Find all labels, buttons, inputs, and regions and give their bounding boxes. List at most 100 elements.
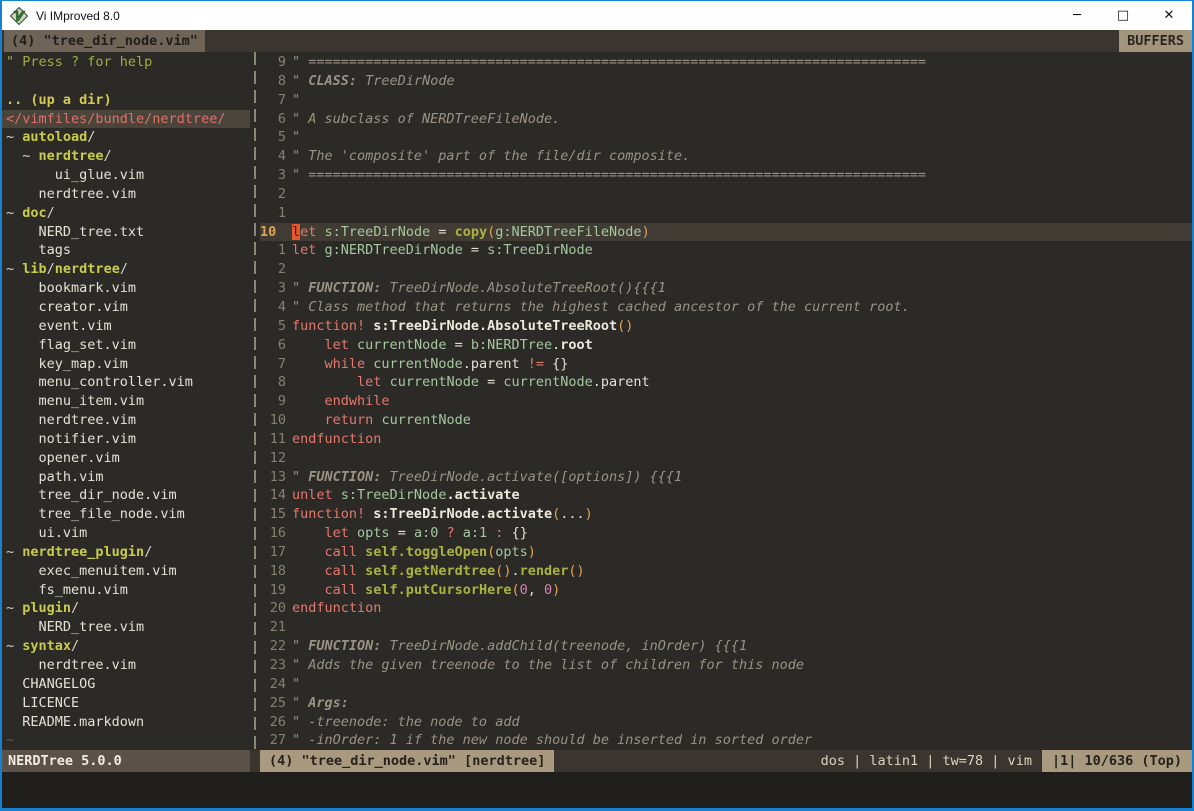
code-line[interactable]: 8 let currentNode = currentNode.parent: [260, 373, 1192, 392]
tree-item[interactable]: ui.vim: [2, 524, 250, 543]
tree-item[interactable]: key_map.vim: [2, 355, 250, 374]
text-segment: currentNode: [357, 337, 446, 353]
text-segment: [455, 525, 463, 541]
line-number: 5: [260, 317, 286, 336]
tree-item[interactable]: creator.vim: [2, 298, 250, 317]
code-line[interactable]: 2: [260, 260, 1192, 279]
tree-item[interactable]: ui_glue.vim: [2, 166, 250, 185]
code-line[interactable]: 4" Class method that returns the highest…: [260, 298, 1192, 317]
tree-item[interactable]: ~ lib/nerdtree/: [2, 260, 250, 279]
code-text: " -treenode: the node to add: [292, 713, 1192, 732]
code-line[interactable]: 12: [260, 449, 1192, 468]
tree-item[interactable]: menu_controller.vim: [2, 373, 250, 392]
code-line[interactable]: 13" FUNCTION: TreeDirNode.activate([opti…: [260, 468, 1192, 487]
text-segment: </vimfiles/bundle/nerdtree/: [6, 111, 225, 127]
code-line[interactable]: 5": [260, 128, 1192, 147]
code-line[interactable]: 11endfunction: [260, 430, 1192, 449]
code-line-current[interactable]: 10let s:TreeDirNode = copy(g:NERDTreeFil…: [260, 223, 1192, 242]
tree-item[interactable]: event.vim: [2, 317, 250, 336]
code-line[interactable]: 9" =====================================…: [260, 53, 1192, 72]
code-line[interactable]: 27" -inOrder: 1 if the new node should b…: [260, 731, 1192, 750]
tree-item[interactable]: tags: [2, 241, 250, 260]
tree-item[interactable]: tree_dir_node.vim: [2, 486, 250, 505]
code-line[interactable]: 6" A subclass of NERDTreeFileNode.: [260, 110, 1192, 129]
tree-item[interactable]: README.markdown: [2, 713, 250, 732]
tab-tree-dir-node[interactable]: (4) "tree_dir_node.vim": [4, 30, 205, 52]
tree-item[interactable]: ~ plugin/: [2, 599, 250, 618]
text-segment: nerdtree.vim: [6, 186, 136, 202]
text-segment: " ======================================…: [292, 167, 926, 183]
code-line[interactable]: 7": [260, 91, 1192, 110]
code-text: return currentNode: [292, 411, 1192, 430]
tree-item[interactable]: ~ nerdtree_plugin/: [2, 543, 250, 562]
text-segment: [349, 525, 357, 541]
code-line[interactable]: 8" CLASS: TreeDirNode: [260, 72, 1192, 91]
tree-item[interactable]: nerdtree.vim: [2, 656, 250, 675]
window-split-separator[interactable]: [250, 52, 260, 750]
tree-item[interactable]: tree_file_node.vim: [2, 505, 250, 524]
tree-item[interactable]: LICENCE: [2, 694, 250, 713]
text-segment: [292, 544, 325, 560]
tree-item[interactable]: ~ syntax/: [2, 637, 250, 656]
tree-item[interactable]: opener.vim: [2, 449, 250, 468]
tree-item[interactable]: NERD_tree.vim: [2, 618, 250, 637]
code-line[interactable]: 17 call self.toggleOpen(opts): [260, 543, 1192, 562]
code-line[interactable]: 15function! s:TreeDirNode.activate(...): [260, 505, 1192, 524]
text-segment: opts: [495, 544, 528, 560]
code-line[interactable]: 25" Args:: [260, 694, 1192, 713]
tree-item[interactable]: nerdtree.vim: [2, 411, 250, 430]
tree-item[interactable]: CHANGELOG: [2, 675, 250, 694]
text-segment: " ======================================…: [292, 54, 926, 70]
code-line[interactable]: 1: [260, 204, 1192, 223]
statusline-position-segment: |1| 10/636 (Top): [1042, 750, 1192, 772]
code-line[interactable]: 14unlet s:TreeDirNode.activate: [260, 486, 1192, 505]
code-line[interactable]: 19 call self.putCursorHere(0, 0): [260, 581, 1192, 600]
text-segment: s:TreeDirNode.activate: [373, 506, 552, 522]
tree-item[interactable]: nerdtree.vim: [2, 185, 250, 204]
code-line[interactable]: 20endfunction: [260, 599, 1192, 618]
tree-item[interactable]: exec_menuitem.vim: [2, 562, 250, 581]
text-segment: Args:: [308, 695, 349, 711]
tree-item[interactable]: path.vim: [2, 468, 250, 487]
code-line[interactable]: 7 while currentNode.parent != {}: [260, 355, 1192, 374]
tree-item[interactable]: " Press ? for help: [2, 53, 250, 72]
tree-item[interactable]: NERD_tree.txt: [2, 223, 250, 242]
code-line[interactable]: 6 let currentNode = b:NERDTree.root: [260, 336, 1192, 355]
tree-item[interactable]: fs_menu.vim: [2, 581, 250, 600]
tree-item[interactable]: ~ nerdtree/: [2, 147, 250, 166]
close-button[interactable]: ✕: [1146, 1, 1192, 30]
code-line[interactable]: 3" =====================================…: [260, 166, 1192, 185]
code-line[interactable]: 1let g:NERDTreeDirNode = s:TreeDirNode: [260, 241, 1192, 260]
code-line[interactable]: 26" -treenode: the node to add: [260, 713, 1192, 732]
command-line[interactable]: [2, 772, 1192, 808]
code-line[interactable]: 4" The 'composite' part of the file/dir …: [260, 147, 1192, 166]
code-line[interactable]: 5function! s:TreeDirNode.AbsoluteTreeRoo…: [260, 317, 1192, 336]
code-line[interactable]: 18 call self.getNerdtree().render(): [260, 562, 1192, 581]
text-segment: ~: [6, 148, 39, 164]
code-line[interactable]: 16 let opts = a:0 ? a:1 : {}: [260, 524, 1192, 543]
text-segment: LICENCE: [6, 695, 79, 711]
tree-item[interactable]: flag_set.vim: [2, 336, 250, 355]
text-segment: /: [71, 638, 79, 654]
tree-item[interactable]: ~: [2, 731, 250, 750]
tree-item[interactable]: bookmark.vim: [2, 279, 250, 298]
tree-item[interactable]: notifier.vim: [2, 430, 250, 449]
code-line[interactable]: 22" FUNCTION: TreeDirNode.addChild(treen…: [260, 637, 1192, 656]
code-line[interactable]: 21: [260, 618, 1192, 637]
tree-item[interactable]: ~ autoload/: [2, 128, 250, 147]
code-line[interactable]: 10 return currentNode: [260, 411, 1192, 430]
minimize-button[interactable]: ─: [1054, 1, 1100, 30]
buffers-tab[interactable]: BUFFERS: [1119, 30, 1192, 52]
line-number: 4: [260, 298, 286, 317]
code-line[interactable]: 2: [260, 185, 1192, 204]
code-line[interactable]: 3" FUNCTION: TreeDirNode.AbsoluteTreeRoo…: [260, 279, 1192, 298]
tree-item[interactable]: .. (up a dir): [2, 91, 250, 110]
tree-item[interactable]: ~ doc/: [2, 204, 250, 223]
code-line[interactable]: 23" Adds the given treenode to the list …: [260, 656, 1192, 675]
tree-root-item[interactable]: </vimfiles/bundle/nerdtree/: [2, 110, 250, 129]
code-line[interactable]: 24": [260, 675, 1192, 694]
text-segment: flag_set.vim: [6, 337, 136, 353]
tree-item[interactable]: menu_item.vim: [2, 392, 250, 411]
maximize-button[interactable]: □: [1100, 1, 1146, 30]
code-line[interactable]: 9 endwhile: [260, 392, 1192, 411]
